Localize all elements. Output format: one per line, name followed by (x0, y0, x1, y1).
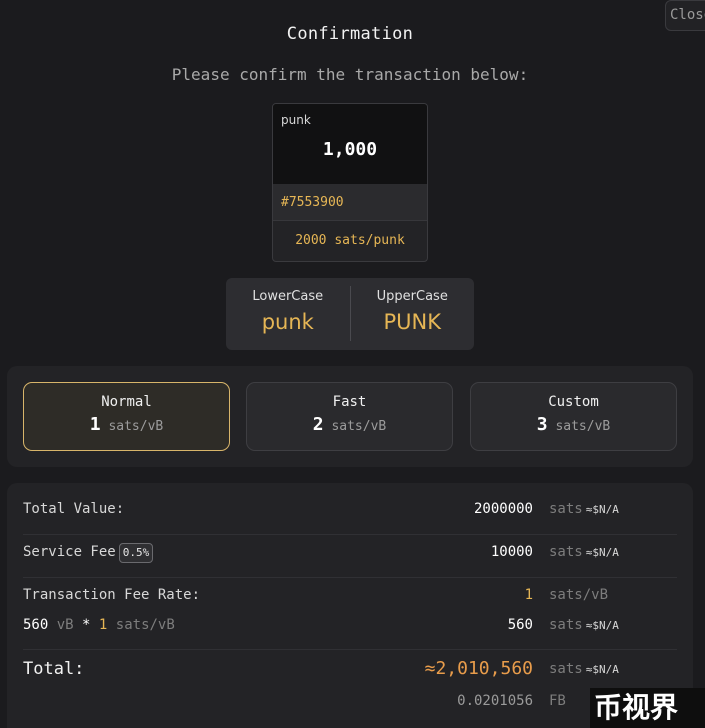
lowercase-value: punk (261, 310, 314, 334)
fee-option-name: Normal (101, 394, 152, 410)
total-row: Total: ≈2,010,560 sats ≈$N/A (23, 658, 677, 687)
total-value-label: Total Value: (23, 501, 125, 517)
service-fee-row: Service Fee 0.5% 10000 sats ≈$N/A (23, 543, 677, 565)
total-unit: sats ≈$N/A (549, 661, 619, 677)
fee-option-name: Custom (548, 394, 599, 410)
fee-rate-amount: 1 (524, 587, 533, 603)
total-value-unit: sats ≈$N/A (549, 501, 619, 517)
total-fb-amount: 0.0201056 (457, 693, 533, 709)
token-ticker: punk (281, 113, 311, 127)
fee-rate-label: Transaction Fee Rate: (23, 587, 201, 603)
fee-option-fast[interactable]: Fast 2 sats/vB (246, 382, 453, 451)
service-fee-badge: 0.5% (118, 543, 154, 563)
fee-option-rate: 2 sats/vB (312, 414, 387, 435)
divider (23, 534, 677, 535)
uppercase-column: UpperCase PUNK (351, 278, 475, 350)
total-amount: ≈2,010,560 (424, 658, 533, 679)
network-fee-row: 560 vB * 1 sats/vB 560 sats ≈$N/A (23, 617, 677, 639)
token-amount: 1,000 (322, 139, 378, 160)
total-value-row: Total Value: 2000000 sats ≈$N/A (23, 501, 677, 523)
fee-rate-row: Transaction Fee Rate: 1 sats/vB (23, 587, 677, 609)
divider (23, 649, 677, 650)
page-subtitle: Please confirm the transaction below: (171, 65, 529, 84)
fee-option-rate: 3 sats/vB (536, 414, 611, 435)
inscription-number: #7553900 (273, 184, 427, 221)
fee-option-name: Fast (332, 394, 367, 410)
service-fee-unit: sats ≈$N/A (549, 544, 619, 560)
lowercase-column: LowerCase punk (226, 278, 350, 350)
uppercase-label: UpperCase (376, 289, 448, 304)
fee-option-normal[interactable]: Normal 1 sats/vB (23, 382, 230, 451)
fee-selector: Normal 1 sats/vB Fast 2 sats/vB Custom 3… (7, 366, 693, 467)
divider (23, 577, 677, 578)
total-fb-unit: FB (549, 693, 566, 709)
total-fb-row: 0.0201056 FB (23, 693, 677, 715)
network-fee-amount: 560 (507, 617, 533, 633)
fee-option-rate: 1 sats/vB (89, 414, 164, 435)
service-fee-label: Service Fee 0.5% (23, 543, 154, 563)
lowercase-label: LowerCase (252, 289, 324, 304)
fee-rate-unit: sats/vB (549, 587, 609, 603)
token-card: punk 1,000 #7553900 2000 sats/punk (272, 103, 428, 262)
watermark-logo: 币视界 (590, 688, 705, 728)
network-fee-calc: 560 vB * 1 sats/vB (23, 617, 175, 633)
ticker-case-box: LowerCase punk UpperCase PUNK (226, 278, 474, 350)
network-fee-unit: sats ≈$N/A (549, 617, 619, 633)
token-card-header: punk 1,000 (273, 104, 427, 184)
total-label: Total: (23, 659, 85, 679)
service-fee-amount: 10000 (490, 544, 533, 560)
page-title: Confirmation (286, 24, 414, 44)
uppercase-value: PUNK (383, 310, 441, 334)
fee-option-custom[interactable]: Custom 3 sats/vB (470, 382, 677, 451)
total-value-amount: 2000000 (473, 501, 533, 517)
token-price: 2000 sats/punk (295, 233, 405, 248)
